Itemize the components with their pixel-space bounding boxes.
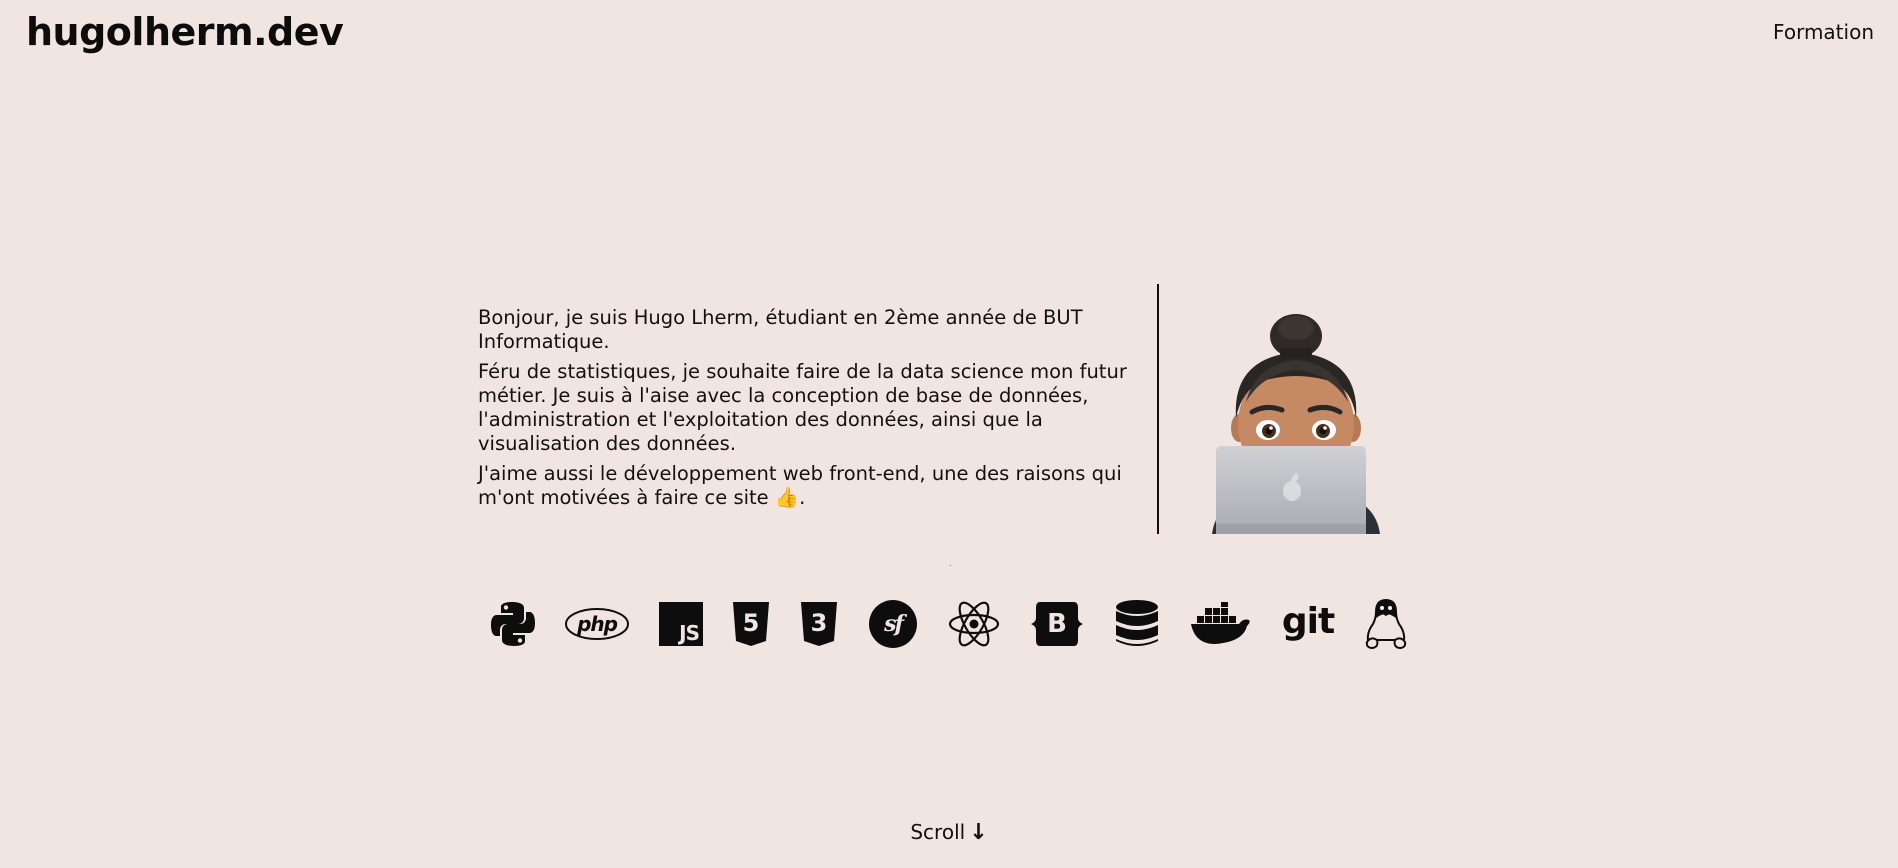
nav-link-formation[interactable]: Formation: [1773, 20, 1874, 44]
intro-paragraph-3: J'aime aussi le développement web front-…: [478, 462, 1122, 509]
git-icon: git: [1280, 596, 1336, 652]
python-icon: [488, 596, 538, 652]
css3-icon: 3: [800, 596, 838, 652]
memoji-laptop-avatar: [1212, 314, 1380, 534]
html5-icon: 5: [732, 596, 770, 652]
page: hugolherm.dev Formation Bonjour, je suis…: [0, 0, 1898, 868]
php-icon-label: php: [577, 612, 618, 636]
symfony-icon-label: sf: [884, 611, 904, 637]
html5-icon-label: 5: [742, 609, 760, 637]
javascript-icon-label: JS: [679, 621, 700, 645]
css3-icon-label: 3: [810, 609, 828, 637]
skills-row: php JS 5 3 sf B git: [488, 596, 1414, 652]
php-icon: php: [564, 596, 630, 652]
site-brand[interactable]: hugolherm.dev: [26, 10, 344, 54]
javascript-icon: JS: [658, 596, 704, 652]
intro-text: Bonjour, je suis Hugo Lherm, étudiant en…: [478, 306, 1138, 516]
vertical-divider: [1157, 284, 1159, 534]
bootstrap-icon-label: B: [1047, 609, 1067, 639]
database-icon: [1114, 596, 1160, 652]
git-icon-label: git: [1281, 600, 1335, 642]
docker-icon: [1188, 596, 1254, 652]
symfony-icon: sf: [868, 596, 918, 652]
scroll-indicator[interactable]: Scroll ↓: [0, 820, 1898, 845]
bootstrap-icon: B: [1030, 596, 1084, 652]
intro-paragraph-2: Féru de statistiques, je souhaite faire …: [478, 360, 1127, 455]
decorative-dot: [950, 565, 951, 566]
react-icon: [948, 596, 1000, 652]
intro-paragraph-1: Bonjour, je suis Hugo Lherm, étudiant en…: [478, 306, 1083, 353]
scroll-label: Scroll: [910, 820, 966, 844]
arrow-down-icon: ↓: [969, 820, 988, 845]
linux-icon: [1364, 596, 1408, 652]
